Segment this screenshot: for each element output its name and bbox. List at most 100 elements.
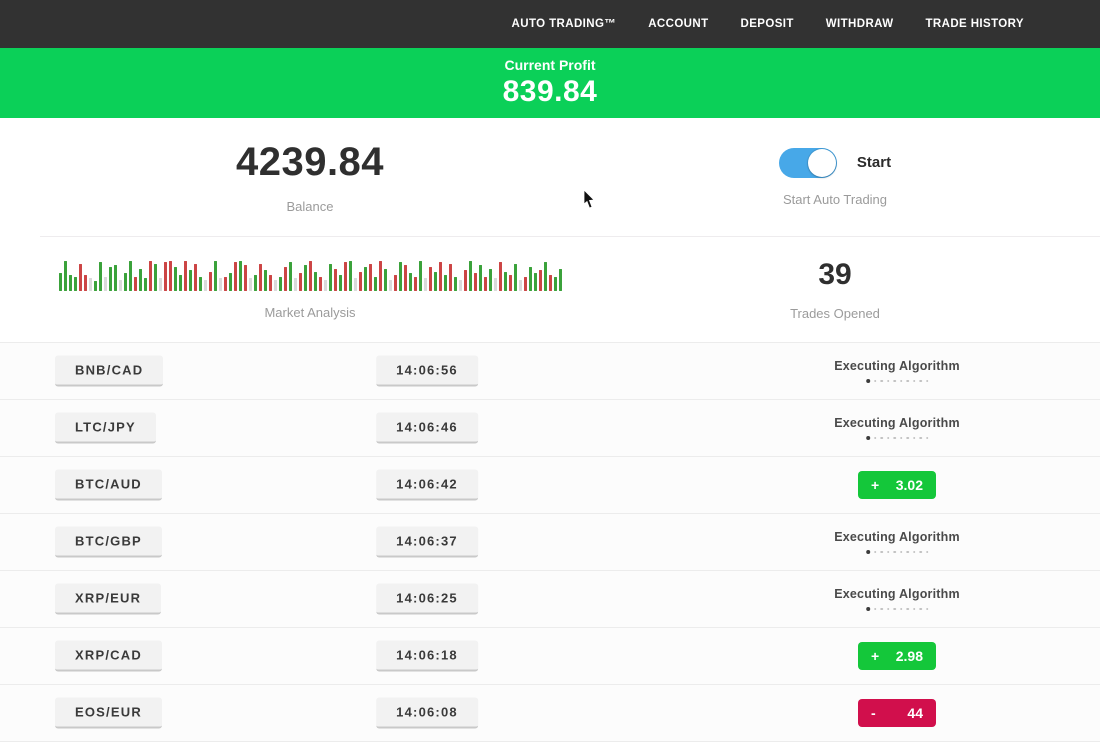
chart-bar	[214, 261, 217, 291]
trade-row: XRP/CAD 14:06:18 +2.98	[0, 628, 1100, 685]
chart-bar	[549, 275, 552, 291]
chart-bar	[109, 267, 112, 291]
loss-badge: -44	[858, 699, 936, 727]
chart-bar	[269, 275, 272, 291]
chart-bar	[479, 265, 482, 291]
auto-trading-toggle[interactable]	[779, 148, 837, 178]
chart-bar	[349, 261, 352, 291]
chart-bar	[189, 270, 192, 291]
progress-dot	[874, 437, 877, 440]
chart-bar	[529, 267, 532, 291]
nav-item-deposit[interactable]: DEPOSIT	[737, 12, 798, 36]
progress-dot	[874, 608, 877, 611]
chart-bar	[294, 278, 297, 291]
chart-bar	[389, 280, 392, 291]
chart-bar	[174, 267, 177, 291]
result-amount: 3.02	[896, 477, 923, 493]
balance-value: 4239.84	[236, 140, 384, 185]
chart-bar	[144, 278, 147, 291]
nav-item-account[interactable]: ACCOUNT	[644, 12, 712, 36]
progress-dot	[913, 551, 916, 554]
trade-time-badge: 14:06:56	[376, 356, 478, 387]
chart-bar	[509, 275, 512, 291]
progress-dot	[880, 437, 883, 440]
chart-bar	[379, 261, 382, 291]
progress-dot	[893, 380, 896, 383]
progress-dot	[900, 608, 903, 611]
chart-bar	[159, 278, 162, 291]
chart-bar	[344, 262, 347, 291]
chart-bar	[239, 261, 242, 291]
trade-result: Executing Algorithm	[834, 530, 960, 554]
chart-bar	[329, 264, 332, 291]
chart-bar	[454, 277, 457, 291]
chart-bar	[364, 267, 367, 291]
chart-bar	[84, 275, 87, 291]
chart-bar	[334, 269, 337, 291]
chart-bar	[484, 277, 487, 291]
chart-bar	[94, 281, 97, 291]
trade-row: BTC/GBP14:06:37Executing Algorithm	[0, 514, 1100, 571]
profit-badge: +2.98	[858, 642, 936, 670]
progress-dot	[926, 608, 929, 611]
chart-bar	[539, 270, 542, 291]
chart-bar	[439, 262, 442, 291]
chart-bar	[514, 264, 517, 291]
pair-badge: XRP/CAD	[55, 641, 162, 672]
progress-dots	[866, 607, 929, 611]
chart-bar	[369, 264, 372, 291]
chart-bar	[489, 269, 492, 291]
chart-bar	[409, 273, 412, 291]
progress-dot	[926, 380, 929, 383]
progress-dot	[906, 380, 909, 383]
chart-bar	[279, 277, 282, 291]
chart-bar	[89, 278, 92, 291]
chart-bar	[429, 267, 432, 291]
nav-item-withdraw[interactable]: WITHDRAW	[822, 12, 898, 36]
chart-bar	[434, 272, 437, 291]
chart-bar	[114, 265, 117, 291]
chart-bar	[544, 262, 547, 291]
chart-bar	[404, 265, 407, 291]
current-profit-label: Current Profit	[505, 57, 596, 73]
trade-time-badge: 14:06:08	[376, 698, 478, 729]
progress-dot	[906, 551, 909, 554]
progress-dot	[919, 380, 922, 383]
chart-bar	[284, 267, 287, 291]
progress-dot	[913, 608, 916, 611]
trade-result: -44	[858, 699, 936, 727]
chart-bar	[289, 262, 292, 291]
nav-item-trade-history[interactable]: TRADE HISTORY	[922, 12, 1029, 36]
trade-time-badge: 14:06:18	[376, 641, 478, 672]
progress-dot	[866, 550, 870, 554]
chart-bar	[339, 275, 342, 291]
trade-time-badge: 14:06:25	[376, 584, 478, 615]
executing-algorithm-label: Executing Algorithm	[834, 359, 960, 373]
chart-bar	[309, 261, 312, 291]
chart-bar	[304, 265, 307, 291]
chart-bar	[414, 277, 417, 291]
chart-bar	[359, 272, 362, 291]
chart-bar	[259, 264, 262, 291]
progress-dot	[926, 551, 929, 554]
chart-bar	[129, 261, 132, 291]
chart-bar	[229, 273, 232, 291]
nav-item-auto-trading[interactable]: AUTO TRADING™	[508, 12, 621, 36]
chart-bar	[299, 273, 302, 291]
result-sign: -	[871, 705, 876, 721]
progress-dot	[900, 380, 903, 383]
chart-bar	[474, 273, 477, 291]
trade-row: EOS/EUR14:06:08-44	[0, 685, 1100, 742]
progress-dots	[866, 379, 929, 383]
toggle-start-label: Start	[857, 154, 891, 171]
chart-bar	[319, 277, 322, 291]
progress-dot	[866, 436, 870, 440]
chart-bar	[499, 262, 502, 291]
pair-badge: BTC/GBP	[55, 527, 162, 558]
trade-row: BNB/CAD14:06:56Executing Algorithm	[0, 343, 1100, 400]
progress-dot	[893, 551, 896, 554]
trade-row: XRP/EUR14:06:25Executing Algorithm	[0, 571, 1100, 628]
progress-dot	[900, 551, 903, 554]
chart-bar	[124, 273, 127, 291]
progress-dots	[866, 436, 929, 440]
